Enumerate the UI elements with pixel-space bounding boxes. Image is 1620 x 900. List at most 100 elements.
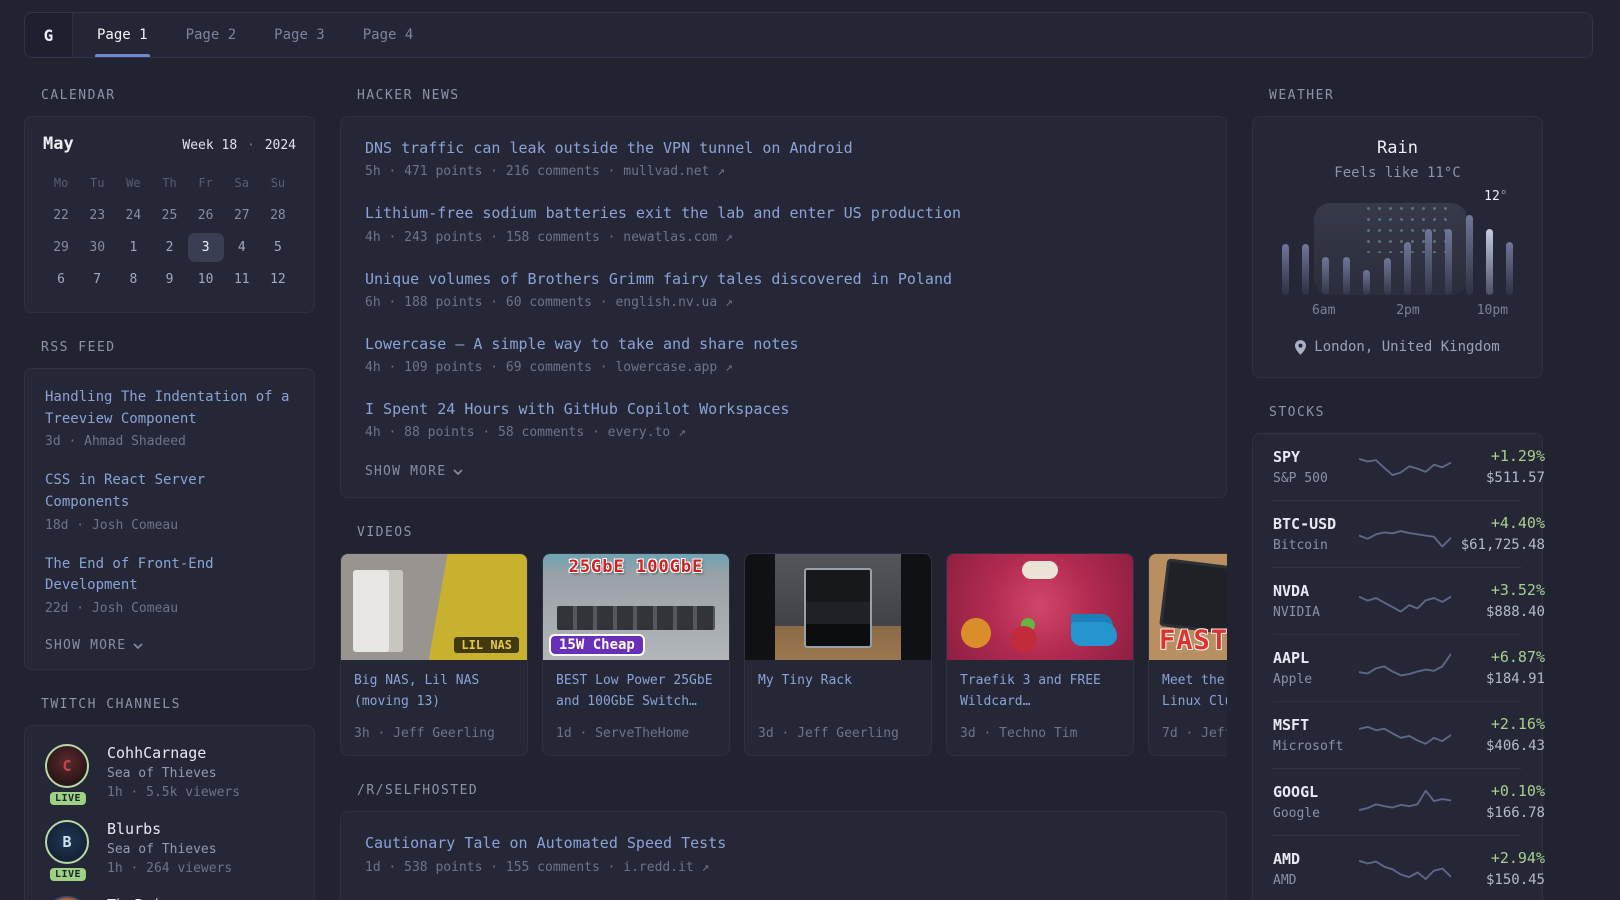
stock-values: +2.94% $150.45 — [1451, 849, 1545, 888]
hn-item-link[interactable]: Lowercase – A simple way to take and sha… — [365, 333, 798, 356]
server-rack-shape — [804, 568, 872, 648]
hn-item-link[interactable]: Unique volumes of Brothers Grimm fairy t… — [365, 268, 952, 291]
video-title[interactable]: Traefik 3 and FREE Wildcard… — [960, 671, 1120, 717]
hn-item-link[interactable]: I Spent 24 Hours with GitHub Copilot Wor… — [365, 398, 789, 421]
calendar-day: 3 — [188, 233, 224, 262]
video-card[interactable]: My Tiny Rack 3d · Jeff Geerling — [744, 553, 932, 756]
hn-item-link[interactable]: Lithium-free sodium batteries exit the l… — [365, 202, 961, 225]
calendar-day: 27 — [224, 201, 260, 230]
weather-bar — [1343, 257, 1350, 295]
reddit-item-meta: 1d · 538 points · 155 comments · i.redd.… — [365, 860, 1202, 875]
calendar-header: May Week 18 · 2024 — [43, 134, 296, 154]
stock-price: $888.40 — [1451, 604, 1545, 620]
stock-id: AAPL Apple — [1273, 649, 1359, 687]
reddit-item-link[interactable]: Cautionary Tale on Automated Speed Tests — [365, 832, 726, 855]
stock-id: SPY S&P 500 — [1273, 448, 1359, 486]
stock-row[interactable]: SPY S&P 500 +1.29% $511.57 — [1273, 434, 1522, 500]
axis-label: 2pm — [1396, 303, 1419, 318]
weather-feels-like: Feels like 11°C — [1275, 165, 1520, 181]
avatar: C — [45, 744, 89, 788]
rss-item-link[interactable]: CSS in React Server Components — [45, 470, 294, 513]
calendar-day: 1 — [115, 233, 151, 262]
page-tabs: Page 1 Page 2 Page 3 Page 4 — [73, 13, 413, 57]
twitch-channel-info: ThePrimeagen — [107, 896, 215, 900]
stock-change: +6.87% — [1451, 648, 1545, 666]
stock-values: +0.10% $166.78 — [1451, 782, 1545, 821]
tab-page-1[interactable]: Page 1 — [97, 13, 148, 57]
video-card[interactable]: Traefik 3 and FREE Wildcard… 3d · Techno… — [946, 553, 1134, 756]
calendar-day: 4 — [224, 233, 260, 262]
calendar-section: CALENDAR May Week 18 · 2024 MoTuWeThFrSa… — [24, 88, 315, 313]
stock-name: NVIDIA — [1273, 605, 1359, 620]
stock-row[interactable]: AAPL Apple +6.87% $184.91 — [1273, 634, 1522, 701]
twitch-channel-info: Blurbs Sea of Thieves 1h · 264 viewers — [107, 820, 232, 876]
video-meta: 3d · Techno Tim — [960, 726, 1120, 741]
avatar — [45, 896, 89, 900]
tab-page-3[interactable]: Page 3 — [274, 13, 325, 57]
cap-shape — [1022, 561, 1058, 579]
thumbnail-text: FAST — [1159, 625, 1227, 656]
reddit-section: /R/SELFHOSTED Cautionary Tale on Automat… — [340, 783, 1227, 900]
weather-location-text: London, United Kingdom — [1314, 339, 1499, 355]
hn-show-more-button[interactable]: SHOW MORE — [365, 464, 463, 479]
video-card[interactable]: 25GbE 100GbE 15W Cheap BEST Low Power 25… — [542, 553, 730, 756]
stock-values: +1.29% $511.57 — [1451, 447, 1545, 486]
avatar: B — [45, 820, 89, 864]
hn-item: Lithium-free sodium batteries exit the l… — [365, 202, 1202, 244]
stock-name: S&P 500 — [1273, 471, 1359, 486]
twitch-widget: C LIVE CohhCarnage Sea of Thieves 1h · 5… — [24, 725, 315, 900]
stock-values: +4.40% $61,725.48 — [1451, 514, 1545, 553]
current-temp-value: 12 — [1484, 189, 1500, 204]
calendar-weekday: Fr — [188, 172, 224, 198]
calendar-day: 30 — [79, 233, 115, 262]
video-meta: 1d · ServeTheHome — [556, 726, 716, 741]
video-meta: 7d · Jeff Geerling — [1162, 726, 1227, 741]
rss-item-link[interactable]: Handling The Indentation of a Treeview C… — [45, 387, 294, 430]
stock-price: $511.57 — [1451, 470, 1545, 486]
stock-row[interactable]: BTC-USD Bitcoin +4.40% $61,725.48 — [1273, 500, 1522, 567]
stock-price: $166.78 — [1451, 805, 1545, 821]
rss-item-link[interactable]: The End of Front-End Development — [45, 554, 294, 597]
stock-sparkline — [1359, 783, 1451, 821]
icon-blob — [961, 618, 991, 648]
video-title[interactable]: Big NAS, Lil NAS (moving 13) — [354, 671, 514, 717]
calendar-weekday: Sa — [224, 172, 260, 198]
rss-item: Handling The Indentation of a Treeview C… — [45, 387, 294, 449]
stock-row[interactable]: AMD AMD +2.94% $150.45 — [1273, 835, 1522, 900]
calendar-day: 12 — [260, 265, 296, 294]
calendar-day: 9 — [151, 265, 187, 294]
stock-symbol: BTC-USD — [1273, 515, 1359, 533]
video-card[interactable]: FAST Meet the Linux Clu 7d · Jeff Geerli… — [1148, 553, 1227, 756]
video-meta: 3d · Jeff Geerling — [758, 726, 918, 741]
stock-row[interactable]: MSFT Microsoft +2.16% $406.43 — [1273, 701, 1522, 768]
rss-section: RSS FEED Handling The Indentation of a T… — [24, 340, 315, 670]
stock-row[interactable]: GOOGL Google +0.10% $166.78 — [1273, 768, 1522, 835]
tab-page-2[interactable]: Page 2 — [186, 13, 237, 57]
twitch-channel-row[interactable]: ThePrimeagen — [45, 896, 294, 900]
rss-item-meta: 3d · Ahmad Shadeed — [45, 434, 294, 449]
weather-bar — [1506, 242, 1513, 295]
video-title[interactable]: BEST Low Power 25GbE and 100GbE Switch… — [556, 671, 716, 717]
axis-label: 10pm — [1477, 303, 1508, 318]
stock-name: Google — [1273, 806, 1359, 821]
calendar-day: 7 — [79, 265, 115, 294]
hn-item-meta: 6h · 188 points · 60 comments · english.… — [365, 295, 1202, 310]
twitch-channel-row[interactable]: C LIVE CohhCarnage Sea of Thieves 1h · 5… — [45, 744, 294, 800]
stock-row[interactable]: NVDA NVIDIA +3.52% $888.40 — [1273, 567, 1522, 634]
rss-show-more-button[interactable]: SHOW MORE — [45, 638, 143, 653]
video-card-body: Big NAS, Lil NAS (moving 13) 3h · Jeff G… — [341, 660, 527, 755]
stock-id: MSFT Microsoft — [1273, 716, 1359, 754]
video-title[interactable]: My Tiny Rack — [758, 671, 918, 717]
stock-values: +2.16% $406.43 — [1451, 715, 1545, 754]
video-title[interactable]: Meet the Linux Clu — [1162, 671, 1227, 717]
video-card[interactable]: LIL NAS Big NAS, Lil NAS (moving 13) 3h … — [340, 553, 528, 756]
calendar-day: 29 — [43, 233, 79, 262]
video-thumbnail — [947, 554, 1133, 660]
stock-sparkline — [1359, 716, 1451, 754]
weather-location: London, United Kingdom — [1275, 339, 1520, 355]
tab-page-4[interactable]: Page 4 — [363, 13, 414, 57]
hn-item-link[interactable]: DNS traffic can leak outside the VPN tun… — [365, 137, 853, 160]
stock-price: $61,725.48 — [1451, 537, 1545, 553]
hn-item-meta: 4h · 109 points · 69 comments · lowercas… — [365, 360, 1202, 375]
twitch-channel-row[interactable]: B LIVE Blurbs Sea of Thieves 1h · 264 vi… — [45, 820, 294, 876]
